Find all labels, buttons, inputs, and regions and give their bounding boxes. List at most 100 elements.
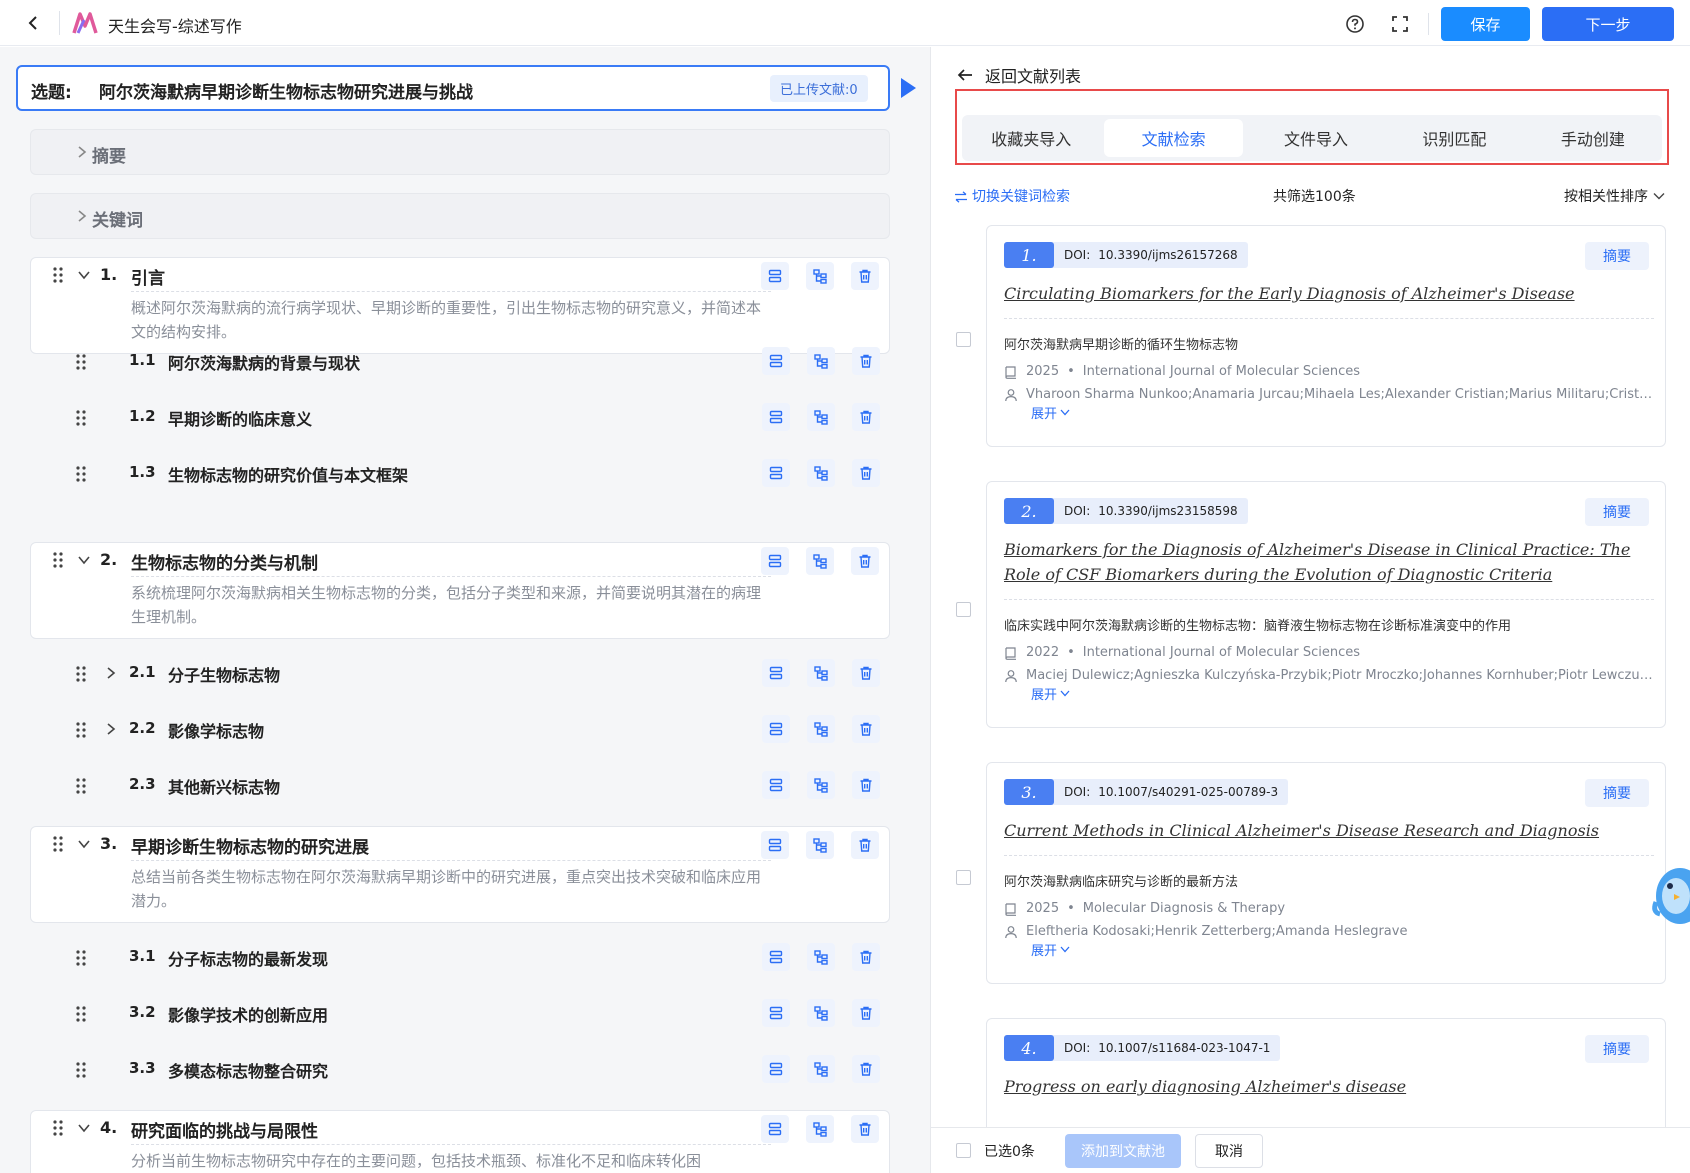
delete-icon[interactable] (852, 1055, 880, 1083)
paper-title[interactable]: Circulating Biomarkers for the Early Dia… (1004, 281, 1654, 306)
add-subsection-icon[interactable] (807, 999, 835, 1027)
add-subsection-icon[interactable] (806, 1115, 834, 1143)
add-section-icon[interactable] (762, 403, 790, 431)
add-section-icon[interactable] (761, 547, 789, 575)
add-subsection-icon[interactable] (806, 831, 834, 859)
add-section-icon[interactable] (761, 262, 789, 290)
abstract-button[interactable]: 摘要 (1585, 779, 1649, 807)
expand-link[interactable]: 展开 (1031, 403, 1070, 422)
delete-icon[interactable] (851, 547, 879, 575)
delete-icon[interactable] (852, 659, 880, 687)
chevron-down-icon[interactable] (77, 1121, 91, 1135)
add-subsection-icon[interactable] (807, 771, 835, 799)
abstract-button[interactable]: 摘要 (1585, 1035, 1649, 1063)
topic-box[interactable]: 选题: 阿尔茨海默病早期诊断生物标志物研究进展与挑战 已上传文献:0 (16, 65, 890, 111)
next-step-button[interactable]: 下一步 (1542, 7, 1674, 41)
delete-icon[interactable] (851, 262, 879, 290)
section-row[interactable]: 2.1 分子生物标志物 (30, 653, 890, 693)
add-section-icon[interactable] (762, 999, 790, 1027)
add-subsection-icon[interactable] (807, 347, 835, 375)
cancel-button[interactable]: 取消 (1195, 1134, 1263, 1168)
drag-handle-icon[interactable] (51, 835, 65, 853)
add-subsection-icon[interactable] (806, 547, 834, 575)
paper-title[interactable]: Current Methods in Clinical Alzheimer's … (1004, 818, 1654, 843)
add-subsection-icon[interactable] (807, 943, 835, 971)
tab-identify-match[interactable]: 识别匹配 (1385, 115, 1523, 161)
drag-handle-icon[interactable] (74, 949, 88, 967)
paper-checkbox[interactable] (956, 332, 971, 347)
paper-checkbox[interactable] (956, 602, 971, 617)
add-section-icon[interactable] (762, 347, 790, 375)
back-to-list-link[interactable]: 返回文献列表 (957, 63, 1081, 87)
tab-manual-create[interactable]: 手动创建 (1524, 115, 1662, 161)
chevron-right-icon[interactable] (104, 722, 118, 736)
delete-icon[interactable] (852, 403, 880, 431)
add-section-icon[interactable] (762, 1055, 790, 1083)
drag-handle-icon[interactable] (74, 777, 88, 795)
expand-link[interactable]: 展开 (1031, 684, 1070, 703)
delete-icon[interactable] (852, 715, 880, 743)
add-section-icon[interactable] (762, 459, 790, 487)
paper-title[interactable]: Progress on early diagnosing Alzheimer's… (1004, 1074, 1654, 1099)
add-section-icon[interactable] (762, 943, 790, 971)
delete-icon[interactable] (851, 1115, 879, 1143)
chevron-down-icon[interactable] (77, 837, 91, 851)
add-section-icon[interactable] (761, 831, 789, 859)
assistant-mascot[interactable] (1650, 862, 1690, 926)
add-section-icon[interactable] (762, 659, 790, 687)
back-chevron-icon[interactable] (22, 11, 44, 35)
help-icon[interactable] (1345, 14, 1365, 34)
drag-handle-icon[interactable] (51, 551, 65, 569)
drag-handle-icon[interactable] (74, 409, 88, 427)
switch-keyword-search-link[interactable]: 切换关键词检索 (954, 186, 1070, 206)
section-row[interactable]: 1.1 阿尔茨海默病的背景与现状 (30, 341, 890, 381)
tab-file-import[interactable]: 文件导入 (1247, 115, 1385, 161)
drag-handle-icon[interactable] (74, 721, 88, 739)
delete-icon[interactable] (852, 459, 880, 487)
fullscreen-icon[interactable] (1390, 14, 1410, 34)
drag-handle-icon[interactable] (51, 266, 65, 284)
section-row[interactable]: 1.2 早期诊断的临床意义 (30, 397, 890, 437)
keywords-section[interactable]: 关键词 (30, 193, 890, 239)
add-subsection-icon[interactable] (807, 659, 835, 687)
save-button[interactable]: 保存 (1441, 7, 1530, 41)
drag-handle-icon[interactable] (74, 665, 88, 683)
add-subsection-icon[interactable] (806, 262, 834, 290)
expand-link[interactable]: 展开 (1031, 940, 1070, 959)
delete-icon[interactable] (852, 943, 880, 971)
drag-handle-icon[interactable] (74, 465, 88, 483)
add-subsection-icon[interactable] (807, 715, 835, 743)
paper-checkbox[interactable] (956, 870, 971, 885)
delete-icon[interactable] (851, 831, 879, 859)
drag-handle-icon[interactable] (74, 353, 88, 371)
drag-handle-icon[interactable] (74, 1061, 88, 1079)
abstract-button[interactable]: 摘要 (1585, 498, 1649, 526)
section-row[interactable]: 2.2 影像学标志物 (30, 709, 890, 749)
tab-favorites-import[interactable]: 收藏夹导入 (962, 115, 1100, 161)
add-section-icon[interactable] (762, 715, 790, 743)
tab-literature-search[interactable]: 文献检索 (1104, 119, 1243, 157)
add-subsection-icon[interactable] (807, 1055, 835, 1083)
add-subsection-icon[interactable] (807, 459, 835, 487)
add-to-pool-button[interactable]: 添加到文献池 (1065, 1134, 1181, 1168)
sort-dropdown[interactable]: 按相关性排序 (1564, 186, 1665, 206)
abstract-section[interactable]: 摘要 (30, 129, 890, 175)
section-row[interactable]: 3.3 多模态标志物整合研究 (30, 1049, 890, 1089)
abstract-button[interactable]: 摘要 (1585, 242, 1649, 270)
section-row[interactable]: 3.1 分子标志物的最新发现 (30, 937, 890, 977)
drag-handle-icon[interactable] (74, 1005, 88, 1023)
chevron-down-icon[interactable] (77, 553, 91, 567)
delete-icon[interactable] (852, 347, 880, 375)
play-triangle-icon[interactable] (898, 75, 918, 101)
section-row[interactable]: 2.3 其他新兴标志物 (30, 765, 890, 805)
add-section-icon[interactable] (761, 1115, 789, 1143)
select-all-checkbox[interactable] (956, 1143, 971, 1158)
drag-handle-icon[interactable] (51, 1119, 65, 1137)
paper-title[interactable]: Biomarkers for the Diagnosis of Alzheime… (1004, 537, 1654, 587)
add-subsection-icon[interactable] (807, 403, 835, 431)
delete-icon[interactable] (852, 771, 880, 799)
chevron-down-icon[interactable] (77, 268, 91, 282)
chevron-right-icon[interactable] (104, 666, 118, 680)
section-row[interactable]: 3.2 影像学技术的创新应用 (30, 993, 890, 1033)
add-section-icon[interactable] (762, 771, 790, 799)
